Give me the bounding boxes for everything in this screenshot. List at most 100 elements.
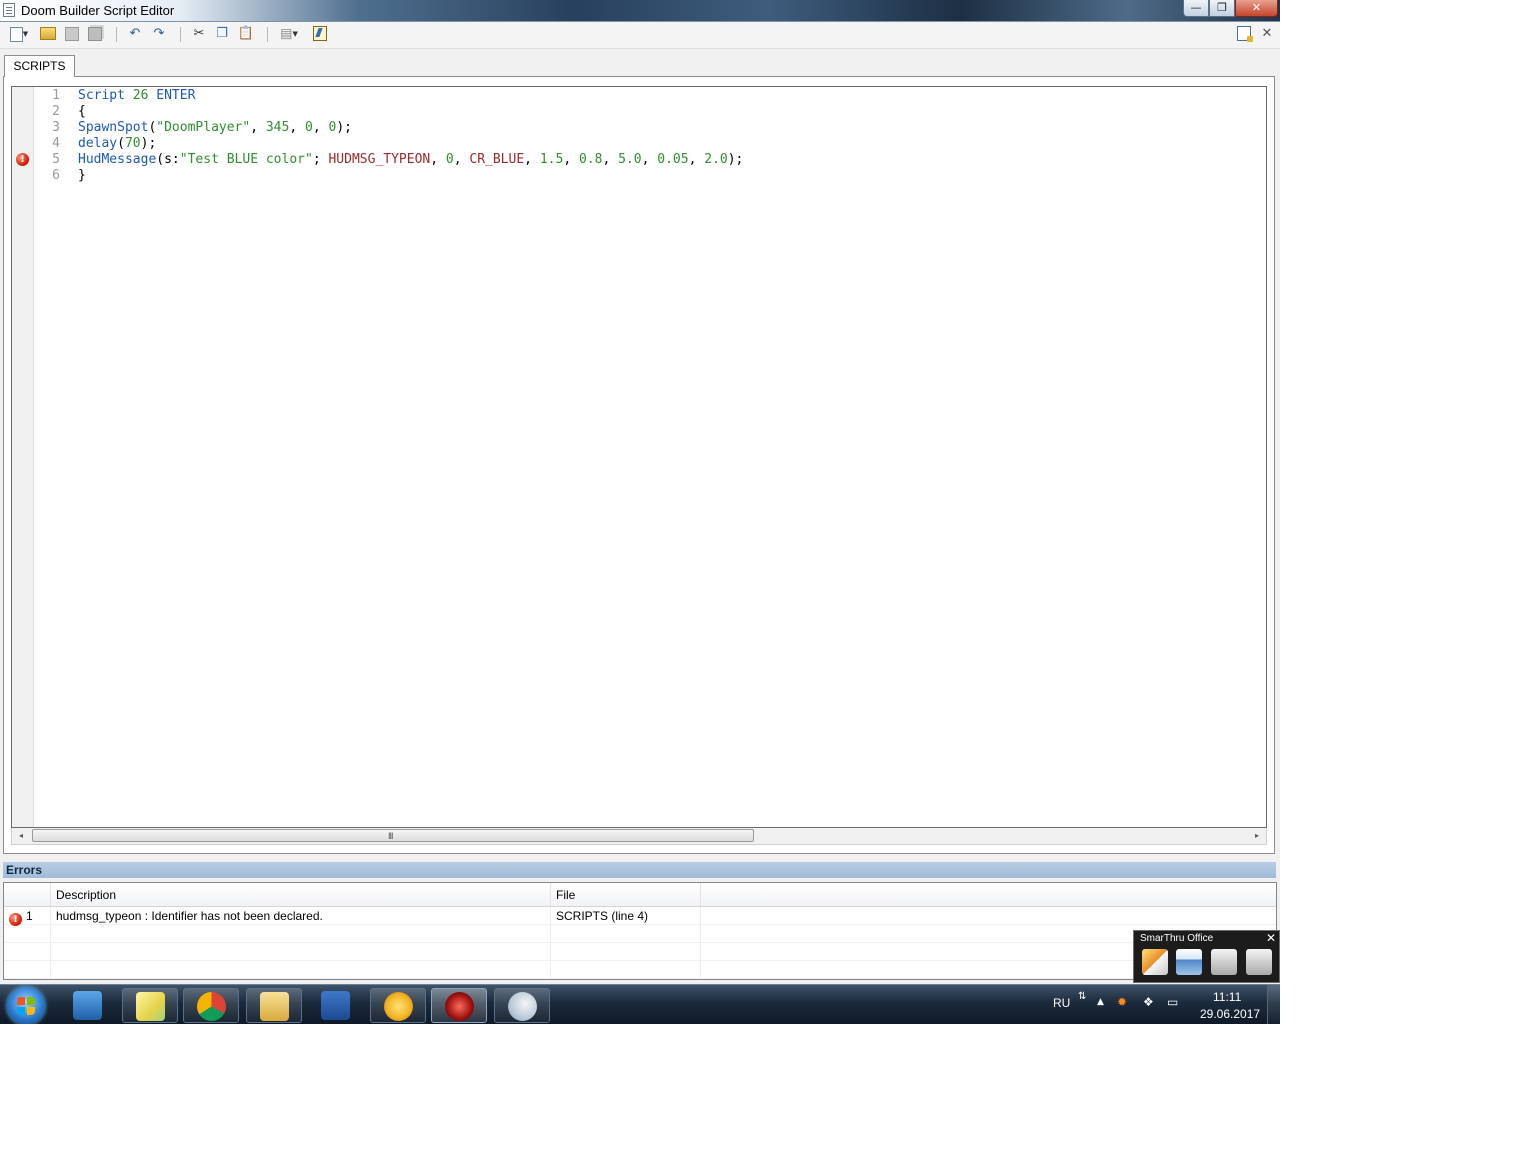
taskbar-word[interactable] [308, 988, 364, 1023]
minimize-button[interactable]: — [1183, 0, 1209, 17]
save-button[interactable] [62, 25, 82, 43]
error-index: 1 [26, 909, 33, 923]
input-switch-icon[interactable]: ⇅ [1078, 991, 1086, 1002]
taskbar-media-player[interactable] [60, 988, 116, 1023]
taskbar: RU ⇅ ▲ ✹ ❖ ▭ 11:11 29.06.2017 [0, 984, 1280, 1024]
paste-button[interactable]: 📋 [236, 25, 256, 43]
scroll-right-icon[interactable]: ▸ [1249, 829, 1265, 843]
copy-icon: ❐ [216, 26, 228, 41]
sticky-notes-icon [136, 992, 165, 1021]
taskbar-sticky-notes[interactable] [122, 988, 178, 1023]
code-line[interactable]: 5 HudMessage(s:"Test BLUE color"; HUDMSG_… [34, 152, 1266, 168]
open-button[interactable] [38, 25, 58, 43]
script-config-icon: ▤ [280, 26, 293, 42]
tab-scripts[interactable]: SCRIPTS [4, 55, 75, 77]
line-text: HudMessage(s:"Test BLUE color"; HUDMSG_T… [78, 152, 744, 167]
scroll-left-icon[interactable]: ◂ [13, 829, 29, 843]
smarthru-office-widget[interactable]: SmarThru Office ✕ [1133, 930, 1280, 983]
column-header-file[interactable]: File [551, 883, 701, 906]
column-header-description[interactable]: Description [51, 883, 551, 906]
grip-icon: III [388, 831, 393, 841]
line-text: delay(70); [78, 136, 157, 151]
line-text: Script 26 ENTER [78, 88, 196, 103]
documents-icon[interactable] [1142, 949, 1168, 975]
printer-icon[interactable] [1211, 949, 1237, 975]
line-text: SpawnSpot("DoomPlayer", 345, 0, 0); [78, 120, 352, 135]
smarthru-close-button[interactable]: ✕ [1266, 931, 1276, 945]
taskbar-paint[interactable] [494, 988, 550, 1023]
line-number: 4 [52, 136, 60, 151]
toolbar-separator [180, 27, 181, 42]
paint-icon [508, 992, 537, 1021]
code-editor[interactable]: ! 1 Script 26 ENTER 2{3 SpawnSpot("DoomPlay… [11, 86, 1267, 828]
1c-icon [384, 992, 413, 1021]
empty-cell [551, 961, 701, 978]
fax-icon[interactable] [1246, 949, 1272, 975]
line-number: 3 [52, 120, 60, 135]
scrollbar-thumb[interactable]: III [32, 829, 754, 842]
close-editor-button[interactable]: ✕ [1257, 25, 1277, 43]
save-all-button[interactable] [85, 25, 105, 43]
line-text: { [78, 104, 86, 119]
new-script-icon [9, 26, 23, 42]
table-row [4, 961, 1276, 979]
scanner-icon[interactable] [1176, 949, 1202, 975]
line-number: 6 [52, 168, 60, 183]
toolbar: ▼ ↶ ↷ ✂ ❐ 📋 ▤▼ ✕ [0, 22, 1280, 49]
code-lines[interactable]: 1 Script 26 ENTER 2{3 SpawnSpot("DoomPlayer… [34, 87, 1266, 184]
empty-cell [4, 925, 51, 942]
media-player-icon [73, 991, 102, 1020]
word-icon [321, 991, 350, 1020]
save-all-icon [88, 26, 102, 41]
taskbar-1c[interactable] [370, 988, 426, 1023]
start-button[interactable] [7, 987, 45, 1024]
title-bar[interactable]: Doom Builder Script Editor — ❐ ✕ [0, 0, 1280, 22]
taskbar-file-explorer[interactable] [246, 988, 302, 1023]
copy-button[interactable]: ❐ [212, 25, 232, 43]
desktop-screen: Doom Builder Script Editor — ❐ ✕ ▼ ↶ ↷ ✂… [0, 0, 1280, 1024]
empty-cell [51, 961, 551, 978]
empty-cell [551, 943, 701, 960]
undo-button[interactable]: ↶ [125, 25, 145, 43]
script-config-button[interactable]: ▤▼ [276, 25, 302, 43]
code-line[interactable]: 6} [34, 168, 1266, 184]
code-line[interactable]: 4 delay(70); [34, 136, 1266, 152]
empty-cell [51, 943, 551, 960]
code-line[interactable]: 3 SpawnSpot("DoomPlayer", 345, 0, 0); [34, 120, 1266, 136]
redo-button[interactable]: ↷ [149, 25, 169, 43]
errors-panel-title: Errors [3, 862, 1276, 878]
error-description: hudmsg_typeon : Identifier has not been … [51, 907, 551, 924]
avast-icon[interactable]: ✹ [1117, 995, 1127, 1009]
maximize-button[interactable]: ❐ [1209, 0, 1235, 17]
line-number: 5 [52, 152, 60, 167]
taskbar-chrome[interactable] [183, 988, 239, 1023]
network-icon[interactable]: ▭ [1167, 995, 1178, 1009]
show-desktop-button[interactable] [1267, 985, 1280, 1024]
table-row[interactable]: ! 1 hudmsg_typeon : Identifier has not be… [4, 907, 1276, 926]
code-line[interactable]: 1 Script 26 ENTER [34, 88, 1266, 104]
horizontal-scrollbar[interactable]: ◂ III ▸ [11, 828, 1267, 845]
code-line[interactable]: 2{ [34, 104, 1266, 120]
show-hidden-icons-button[interactable]: ▲ [1097, 997, 1104, 1007]
taskbar-doom-builder[interactable] [431, 988, 487, 1023]
undo-icon: ↶ [129, 26, 141, 41]
script-help-button[interactable] [1234, 25, 1254, 43]
cut-button[interactable]: ✂ [189, 25, 209, 43]
error-marker-icon[interactable]: ! [16, 153, 29, 166]
language-indicator[interactable]: RU [1053, 996, 1070, 1010]
compile-icon [313, 26, 327, 41]
error-index-cell: ! 1 [4, 907, 51, 926]
table-row [4, 925, 1276, 943]
column-header-index[interactable] [4, 883, 51, 906]
paste-icon: 📋 [237, 26, 255, 41]
chevron-down-icon: ▼ [292, 30, 298, 38]
editor-gutter: ! [12, 87, 34, 827]
chevron-down-icon: ▼ [22, 30, 29, 38]
new-script-button[interactable]: ▼ [6, 25, 32, 43]
errors-list[interactable]: Description File ! 1 hudmsg_typeon : Iden… [3, 882, 1277, 980]
clock-date[interactable]: 29.06.2017 [1200, 1007, 1260, 1021]
compile-button[interactable] [310, 25, 330, 43]
clock-time[interactable]: 11:11 [1213, 990, 1241, 1004]
dropbox-icon[interactable]: ❖ [1143, 995, 1154, 1009]
close-window-button[interactable]: ✕ [1235, 0, 1278, 17]
